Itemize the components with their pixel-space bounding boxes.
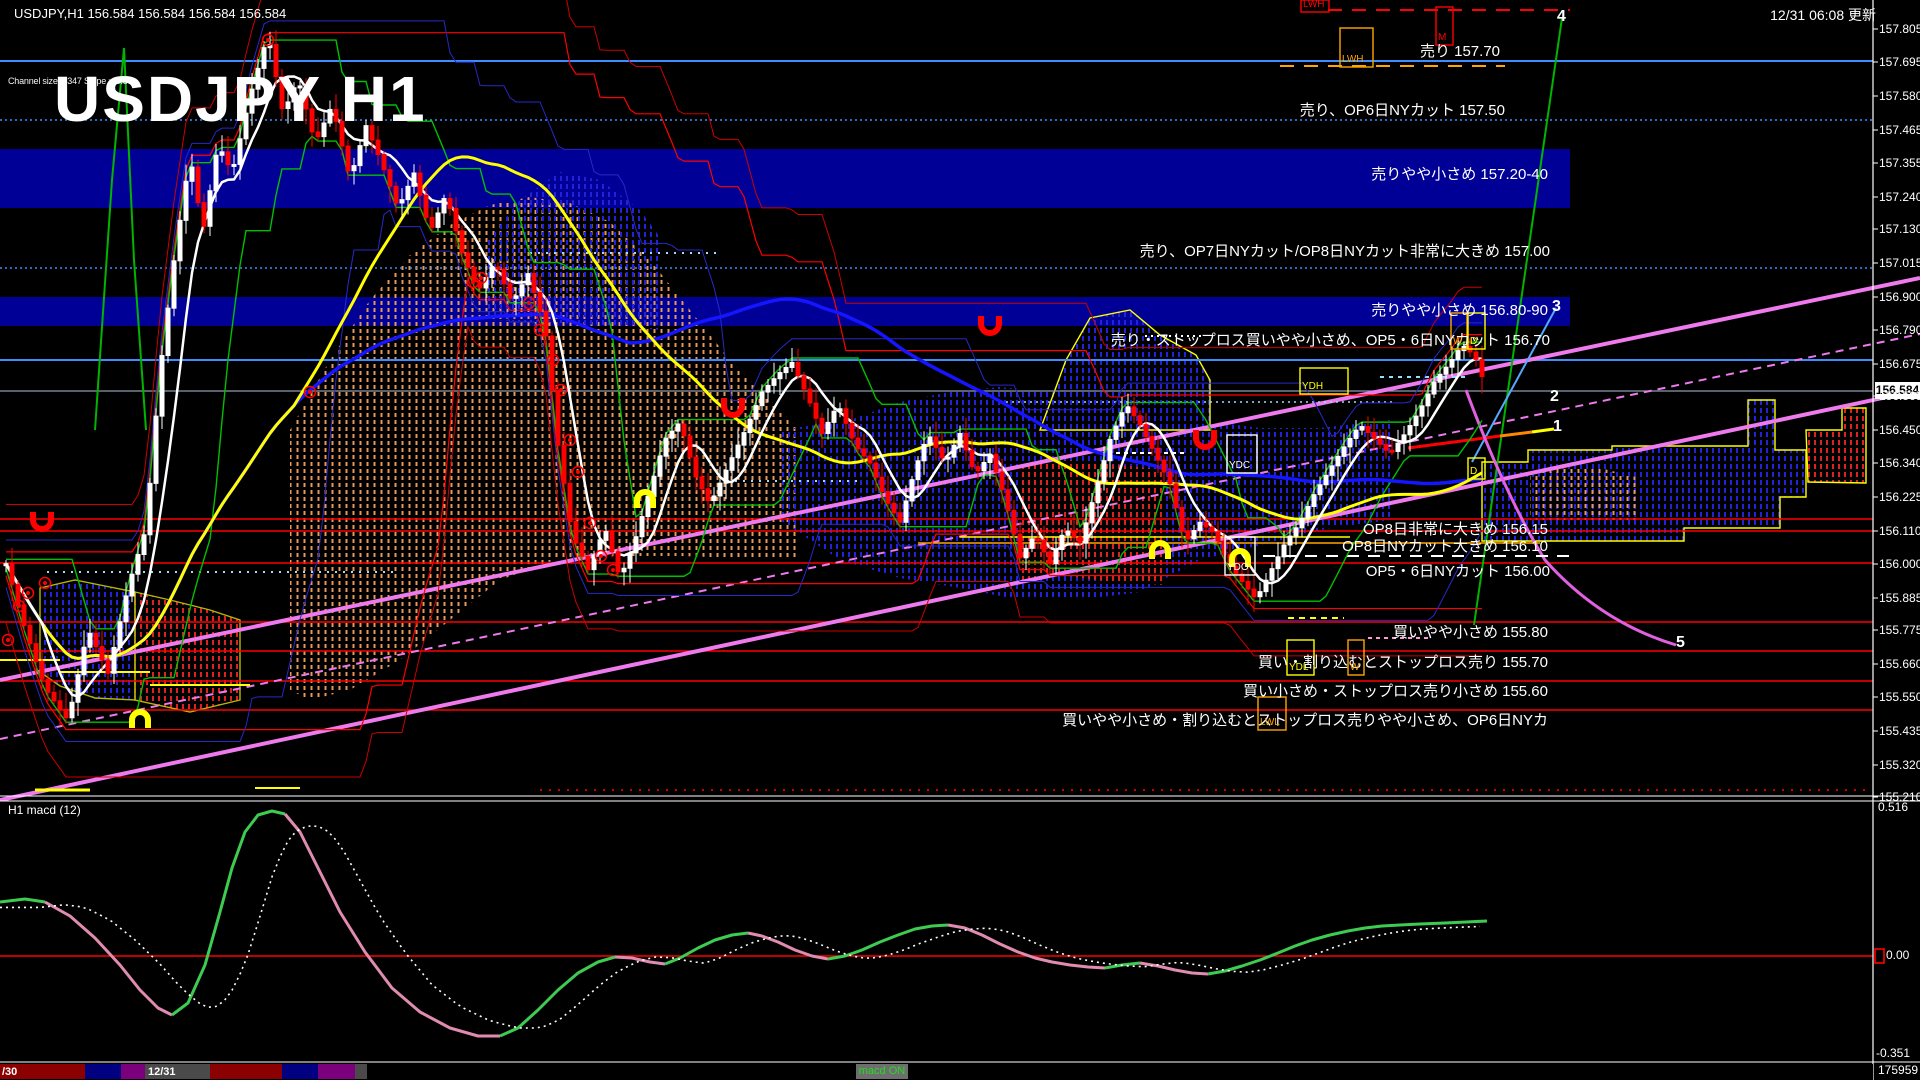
ref-box-label: W [1350, 662, 1359, 673]
price-level-annotation[interactable]: 売り・ストップロス買いやや小さめ、OP5・6日NYカット 156.70 [1111, 329, 1550, 350]
price-axis-tick: 157.015 [1879, 256, 1920, 270]
price-axis-tick: 156.000 [1879, 557, 1920, 571]
price-axis-tick: 156.565 [1879, 389, 1920, 403]
volume-readout: 175959 [1878, 1063, 1918, 1077]
price-level-annotation[interactable]: 売りやや小さめ 157.20-40 [1371, 163, 1548, 184]
price-level-annotation[interactable]: 売り、OP7日NYカット/OP8日NYカット非常に大きめ 157.00 [1140, 240, 1550, 261]
price-axis-tick: 155.885 [1879, 591, 1920, 605]
price-axis-tick: 155.660 [1879, 657, 1920, 671]
price-level-annotation[interactable]: 買い小さめ・ストップロス売り小さめ 155.60 [1243, 680, 1548, 701]
ref-box-label: YDC [1229, 460, 1250, 471]
chart-title: USDJPY,H1 156.584 156.584 156.584 156.58… [14, 6, 286, 21]
price-axis-tick: 156.340 [1879, 456, 1920, 470]
price-axis-tick: 157.240 [1879, 190, 1920, 204]
macd-indicator-label: H1 macd (12) [8, 803, 81, 817]
timeline-date-label: /30 [2, 1066, 17, 1078]
wave-count-label[interactable]: 3 [1552, 298, 1561, 316]
price-level-annotation[interactable]: 売りやや小さめ 156.80-90 [1371, 299, 1548, 320]
watermark: USDJPY H1 [54, 62, 427, 136]
macd-scale-bottom: -0.351 [1876, 1046, 1910, 1060]
mt4-chart-window: USDJPY,H1 156.584 156.584 156.584 156.58… [0, 0, 1920, 1080]
price-axis-tick: 156.790 [1879, 323, 1920, 337]
price-level-annotation[interactable]: OP8日NYカット大きめ 156.10 [1342, 535, 1548, 556]
price-axis-tick: 156.110 [1879, 524, 1920, 538]
price-axis-tick: 157.695 [1879, 55, 1920, 69]
wave-count-label[interactable]: 2 [1550, 388, 1559, 406]
macd-on-badge[interactable]: macd ON [856, 1064, 908, 1079]
price-axis-tick: 157.130 [1879, 222, 1920, 236]
update-timestamp: 12/31 06:08 更新 [1770, 5, 1876, 25]
price-axis-tick: 155.435 [1879, 724, 1920, 738]
price-axis-tick: 155.320 [1879, 758, 1920, 772]
price-level-annotation[interactable]: 売り、OP6日NYカット 157.50 [1300, 99, 1505, 120]
price-axis-tick: 157.580 [1879, 89, 1920, 103]
price-axis-tick: 156.675 [1879, 357, 1920, 371]
timeline-date-label: 12/31 [148, 1066, 176, 1078]
price-level-annotation[interactable]: OP5・6日NYカット 156.00 [1366, 560, 1550, 581]
price-axis-tick: 155.775 [1879, 623, 1920, 637]
macd-pane-layer [0, 801, 1884, 1062]
price-axis-tick: 155.210 [1879, 790, 1920, 804]
price-axis-tick: 157.355 [1879, 156, 1920, 170]
ref-box-label: LWL [1260, 717, 1280, 728]
ref-box-label: LWH [1342, 54, 1363, 65]
ref-box-label: D [1470, 466, 1477, 477]
ref-box-label: YDO [1227, 562, 1249, 573]
ref-box-label: D [1470, 336, 1477, 347]
ref-box-label: M [1438, 32, 1446, 43]
price-axis-tick: 157.465 [1879, 123, 1920, 137]
macd-scale-zero: 0.00 [1886, 948, 1909, 962]
wave-count-label[interactable]: 1 [1553, 418, 1562, 436]
price-level-annotation[interactable]: 買いやや小さめ 155.80 [1393, 621, 1548, 642]
price-axis-tick: 156.225 [1879, 490, 1920, 504]
price-axis-tick: 156.900 [1879, 290, 1920, 304]
timeline-bar-layer[interactable] [0, 1064, 1873, 1080]
price-level-annotation[interactable]: 売り 157.70 [1420, 40, 1500, 61]
ref-box-label: W [1453, 336, 1462, 347]
price-axis-tick: 156.450 [1879, 423, 1920, 437]
ref-box-label: LWH [1303, 0, 1324, 10]
chart-canvas[interactable] [0, 0, 1920, 1080]
wave-count-label[interactable]: 4 [1557, 8, 1566, 26]
price-axis-tick: 157.805 [1879, 22, 1920, 36]
ref-box-label: YDL [1289, 662, 1308, 673]
ref-box-label: YDH [1302, 381, 1323, 392]
price-level-annotation[interactable]: 買いやや小さめ・割り込むとストップロス売りやや小さめ、OP6日NYカ [1062, 709, 1548, 730]
wave-count-label[interactable]: 5 [1676, 634, 1685, 652]
price-axis-tick: 155.550 [1879, 690, 1920, 704]
